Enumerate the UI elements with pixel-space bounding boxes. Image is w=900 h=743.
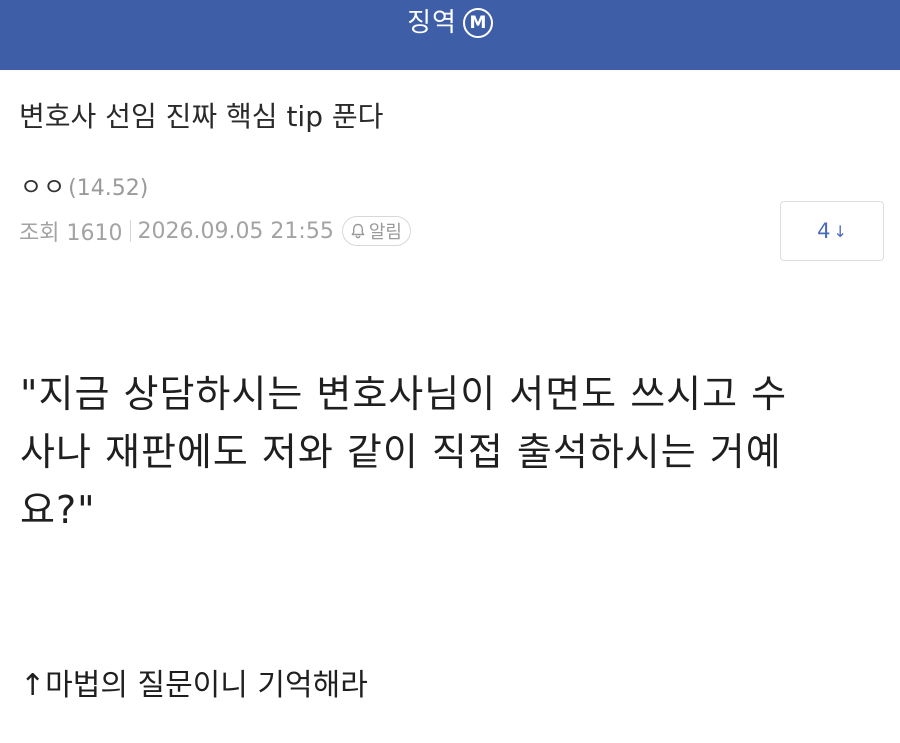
- mobile-badge-icon: M: [462, 8, 493, 38]
- post-body: "지금 상담하시는 변호사님이 서면도 쓰시고 수 사나 재판에도 저와 같이 …: [20, 365, 882, 539]
- body-line: "지금 상담하시는 변호사님이 서면도 쓰시고 수: [20, 372, 788, 416]
- post-page: 징역 M 변호사 선임 진짜 핵심 tip 푼다 ㅇㅇ (14.52) 조회 1…: [0, 0, 900, 743]
- body-line: 사나 재판에도 저와 같이 직접 출석하시는 거예: [20, 430, 782, 474]
- board-title: 징역: [407, 8, 457, 38]
- post-date: 2026.09.05 21:55: [137, 218, 334, 244]
- notify-label: 알림: [368, 222, 402, 243]
- notify-button[interactable]: 알림: [341, 216, 411, 246]
- author-name[interactable]: ㅇㅇ: [20, 167, 66, 202]
- bell-icon: [349, 222, 367, 240]
- body-line: 요?": [20, 488, 96, 532]
- post-footer-note: ↑마법의 질문이니 기억해라: [20, 668, 368, 703]
- board-title-wrap[interactable]: 징역 M: [0, 0, 900, 46]
- top-bar: 징역 M: [0, 0, 900, 70]
- meta-divider: [130, 220, 132, 242]
- post-title: 변호사 선임 진짜 핵심 tip 푼다: [19, 100, 384, 133]
- post-meta: 조회 1610 2026.09.05 21:55 알림: [19, 215, 411, 247]
- view-count: 조회 1610: [19, 221, 123, 246]
- comment-count: 4: [817, 219, 831, 243]
- author-ip: (14.52): [68, 176, 149, 201]
- arrow-down-icon: ↓: [833, 221, 847, 241]
- comment-count-button[interactable]: 4 ↓: [780, 201, 884, 261]
- author-info: ㅇㅇ (14.52): [20, 167, 148, 202]
